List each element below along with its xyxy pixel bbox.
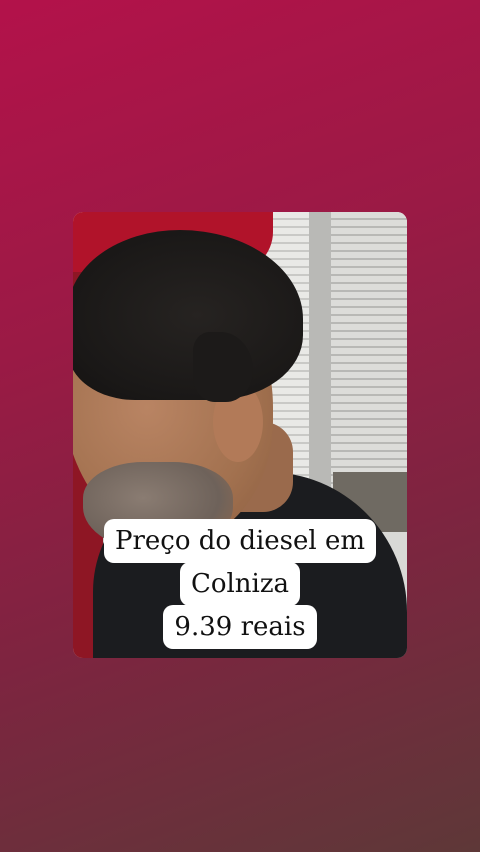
caption-line-2-text: Colniza — [179, 562, 301, 606]
caption-line-2: Colniza — [0, 562, 480, 606]
caption-line-3: 9.39 reais — [0, 605, 480, 649]
truck-shutter-right — [331, 212, 407, 492]
caption-line-1: Preço do diesel em — [0, 519, 480, 563]
caption-line-1-text: Preço do diesel em — [103, 519, 377, 563]
shutter-frame — [309, 212, 331, 502]
caption-line-3-text: 9.39 reais — [163, 605, 317, 649]
